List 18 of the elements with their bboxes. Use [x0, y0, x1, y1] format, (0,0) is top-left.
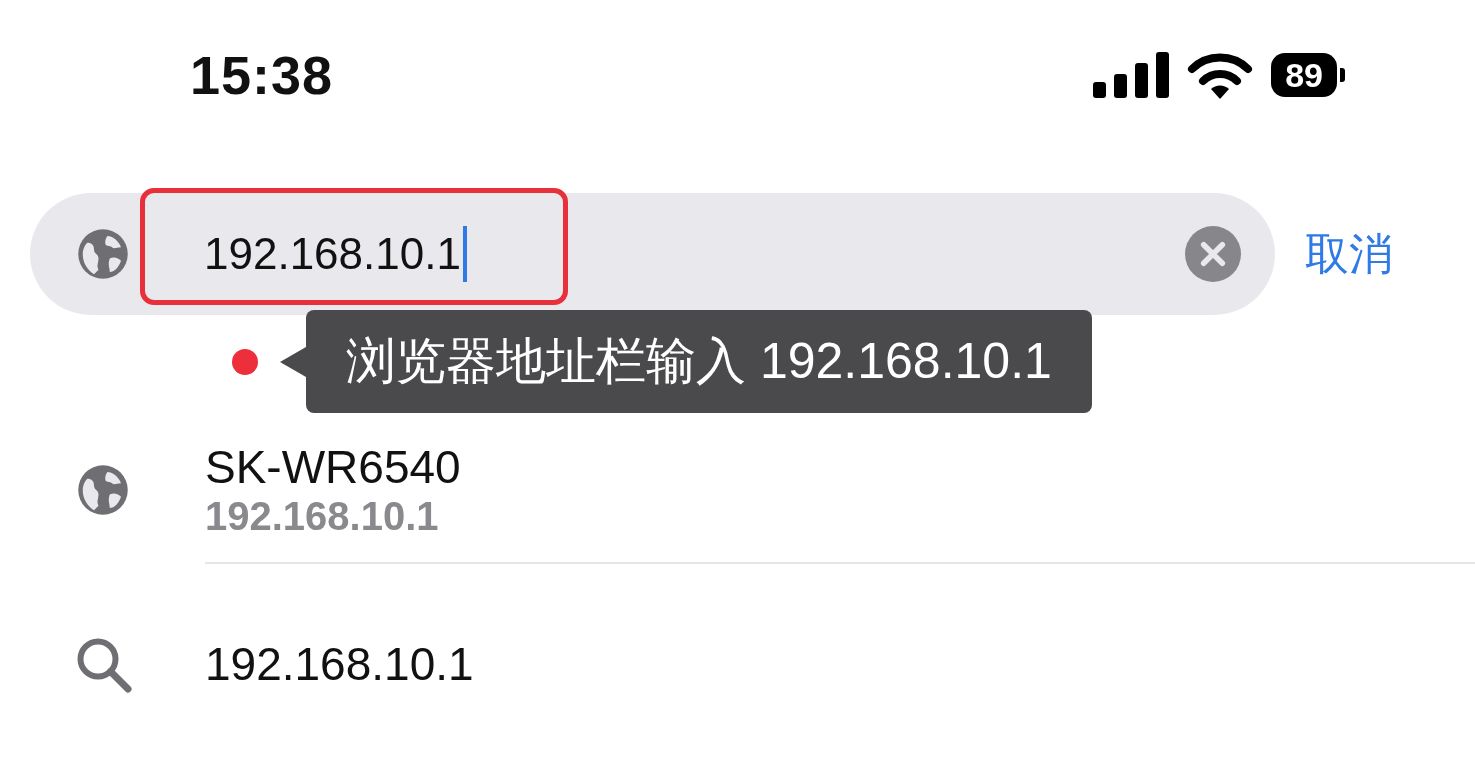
suggestion-title: 192.168.10.1	[205, 637, 474, 691]
marker-dot	[232, 348, 258, 375]
globe-icon	[76, 227, 130, 281]
annotation-tooltip: 浏览器地址栏输入 192.168.10.1	[280, 310, 1092, 413]
globe-icon	[75, 462, 130, 517]
status-time: 15:38	[190, 44, 334, 106]
url-text: 192.168.10.1	[204, 229, 461, 279]
suggestion-url: 192.168.10.1	[205, 494, 440, 539]
suggestion-row[interactable]: SK-WR6540 192.168.10.1	[0, 417, 1475, 562]
wifi-icon	[1187, 51, 1254, 99]
clear-icon[interactable]	[1185, 226, 1241, 282]
suggestion-row[interactable]: 192.168.10.1	[0, 564, 1475, 761]
battery-indicator: 89	[1271, 53, 1345, 97]
cancel-button[interactable]: 取消	[1305, 224, 1393, 284]
text-cursor	[462, 226, 467, 282]
signal-icon	[1093, 52, 1170, 98]
suggestion-title: SK-WR6540	[205, 440, 461, 494]
tooltip-pointer-icon	[280, 346, 306, 377]
